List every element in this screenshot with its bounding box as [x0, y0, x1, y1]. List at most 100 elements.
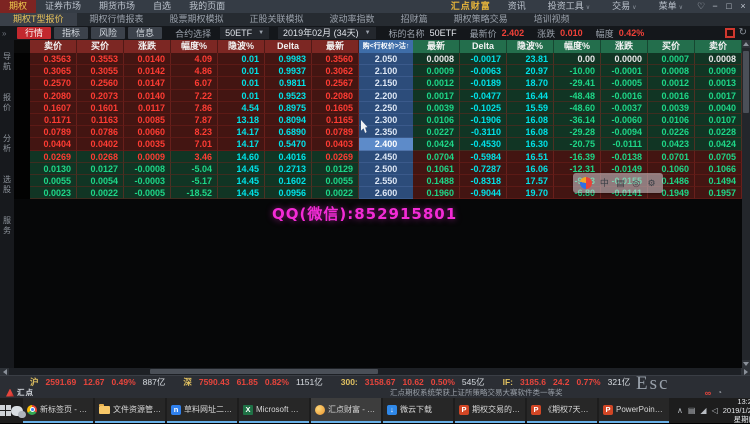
tray-icon[interactable]: ◢: [700, 406, 706, 415]
put-cell[interactable]: 16.08: [507, 126, 554, 138]
call-cell[interactable]: 0.0085: [124, 114, 171, 126]
option-row[interactable]: 0.30650.30550.01424.860.010.99370.30622.…: [14, 65, 742, 77]
view-button[interactable]: 行情: [17, 27, 51, 39]
call-cell[interactable]: 0.0022: [312, 187, 359, 199]
put-cell[interactable]: 16.44: [507, 90, 554, 102]
column-header[interactable]: 涨跌: [601, 40, 648, 53]
column-header[interactable]: 最新: [413, 40, 460, 53]
put-cell[interactable]: -0.7287: [460, 163, 507, 175]
call-cell[interactable]: 0.0140: [124, 90, 171, 102]
call-cell[interactable]: 0.01: [218, 53, 265, 65]
wechat-tray-button[interactable]: [11, 398, 23, 423]
call-cell[interactable]: 14.60: [218, 151, 265, 163]
call-cell[interactable]: 0.2713: [265, 163, 312, 175]
submenu-item[interactable]: 期权T型报价: [0, 13, 77, 26]
column-header[interactable]: 最新: [312, 40, 359, 53]
call-cell[interactable]: 6.07: [171, 77, 218, 89]
put-cell[interactable]: 18.70: [507, 77, 554, 89]
ime-icon[interactable]: 中: [600, 177, 609, 189]
put-cell[interactable]: -0.0005: [601, 77, 648, 89]
call-cell[interactable]: 14.45: [218, 175, 265, 187]
submenu-item[interactable]: 正股关联模拟: [237, 13, 317, 26]
put-cell[interactable]: 0.1494: [695, 175, 742, 187]
call-cell[interactable]: 0.1165: [312, 114, 359, 126]
option-row[interactable]: 0.35630.35530.01404.090.010.99830.35602.…: [14, 53, 742, 65]
call-cell[interactable]: 13.18: [218, 114, 265, 126]
call-cell[interactable]: 0.3560: [312, 53, 359, 65]
put-cell[interactable]: -0.0060: [601, 114, 648, 126]
column-header[interactable]: 卖价: [695, 40, 742, 53]
strike-cell[interactable]: 2.150: [359, 77, 413, 89]
call-cell[interactable]: 0.2570: [30, 77, 77, 89]
put-cell[interactable]: -0.9044: [460, 187, 507, 199]
call-cell[interactable]: 7.22: [171, 90, 218, 102]
call-cell[interactable]: 7.01: [171, 138, 218, 150]
call-cell[interactable]: 7.87: [171, 114, 218, 126]
put-cell[interactable]: 15.59: [507, 102, 554, 114]
link-icon[interactable]: ∞: [705, 388, 711, 398]
ime-logo-icon[interactable]: [580, 177, 592, 189]
put-cell[interactable]: -16.39: [554, 151, 601, 163]
call-cell[interactable]: 0.0404: [30, 138, 77, 150]
put-cell[interactable]: -0.8318: [460, 175, 507, 187]
taskbar-app-button[interactable]: ↓微云下载: [383, 398, 453, 423]
put-cell[interactable]: 0.0704: [413, 151, 460, 163]
call-cell[interactable]: 0.1602: [265, 175, 312, 187]
strike-cell[interactable]: 2.500: [359, 163, 413, 175]
call-cell[interactable]: 0.0054: [77, 175, 124, 187]
contract-select[interactable]: 50ETF ▼: [220, 27, 269, 39]
taskbar-app-button[interactable]: P《期权7天…: [527, 398, 597, 423]
put-cell[interactable]: 19.70: [507, 187, 554, 199]
column-header[interactable]: 买价: [77, 40, 124, 53]
rail-item[interactable]: 报价: [2, 93, 13, 113]
month-select[interactable]: 2019年02月 (34天) ▼: [278, 27, 376, 39]
submenu-item[interactable]: 培训视频: [521, 13, 583, 26]
put-cell[interactable]: 0.0007: [648, 53, 695, 65]
call-cell[interactable]: 0.0023: [30, 187, 77, 199]
call-cell[interactable]: 0.0035: [124, 138, 171, 150]
call-cell[interactable]: 0.1605: [312, 102, 359, 114]
submenu-item[interactable]: 波动率指数: [317, 13, 388, 26]
put-cell[interactable]: 0.1066: [695, 163, 742, 175]
put-cell[interactable]: -0.0189: [460, 77, 507, 89]
put-cell[interactable]: 0.0106: [413, 114, 460, 126]
option-row[interactable]: 0.25700.25600.01476.070.010.98110.25672.…: [14, 77, 742, 89]
call-cell[interactable]: 0.01: [218, 90, 265, 102]
put-cell[interactable]: -0.5984: [460, 151, 507, 163]
call-cell[interactable]: 0.0060: [124, 126, 171, 138]
call-cell[interactable]: 0.0009: [124, 151, 171, 163]
call-cell[interactable]: 0.0140: [124, 53, 171, 65]
tray-icon[interactable]: ▤: [688, 406, 696, 415]
call-cell[interactable]: 4.86: [171, 65, 218, 77]
submenu-item[interactable]: 期权行情报表: [77, 13, 157, 26]
scroll-up-icon[interactable]: [742, 40, 750, 48]
put-cell[interactable]: 0.0016: [648, 90, 695, 102]
submenu-item[interactable]: 期权策略交易: [441, 13, 521, 26]
tray-icon[interactable]: ◁: [712, 406, 718, 415]
maximize-button[interactable]: □: [722, 0, 736, 13]
column-header[interactable]: 卖价: [30, 40, 77, 53]
put-cell[interactable]: 16.30: [507, 138, 554, 150]
vertical-scroll-thumb[interactable]: [743, 51, 749, 113]
option-row[interactable]: 0.11710.11630.00857.8713.180.80940.11652…: [14, 114, 742, 126]
tray-expand-icon[interactable]: ∧: [677, 406, 683, 415]
option-row[interactable]: 0.07890.07860.00608.2314.170.68900.07892…: [14, 126, 742, 138]
call-cell[interactable]: 14.17: [218, 126, 265, 138]
put-cell[interactable]: 16.08: [507, 114, 554, 126]
ime-icon[interactable]: ▤: [616, 177, 625, 189]
put-cell[interactable]: -0.0138: [601, 151, 648, 163]
call-cell[interactable]: 0.0269: [30, 151, 77, 163]
scroll-left-icon[interactable]: [0, 368, 9, 375]
ime-icon[interactable]: ⚙: [648, 177, 656, 189]
put-cell[interactable]: -20.75: [554, 138, 601, 150]
put-cell[interactable]: 20.97: [507, 65, 554, 77]
put-cell[interactable]: -29.41: [554, 77, 601, 89]
put-cell[interactable]: 0.0012: [648, 77, 695, 89]
call-cell[interactable]: 0.5470: [265, 138, 312, 150]
call-cell[interactable]: 14.45: [218, 187, 265, 199]
call-cell[interactable]: 0.2080: [312, 90, 359, 102]
put-cell[interactable]: -10.00: [554, 65, 601, 77]
put-cell[interactable]: 0.0106: [648, 114, 695, 126]
strike-cell[interactable]: 2.050: [359, 53, 413, 65]
strike-cell[interactable]: 2.600: [359, 187, 413, 199]
